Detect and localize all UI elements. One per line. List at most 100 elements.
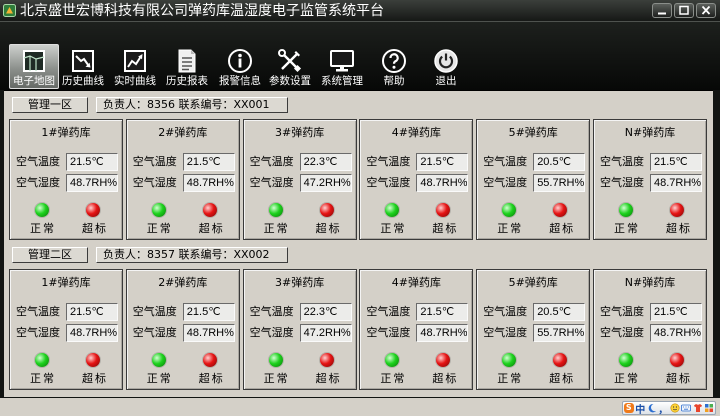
toolbar-button-alarm-info[interactable]: 报警信息 xyxy=(215,44,265,89)
depot-title: 2#弹药库 xyxy=(158,126,208,139)
over-limit-status-label: 超标 xyxy=(432,372,459,385)
air-temperature-value: 21.5℃ xyxy=(649,303,702,321)
settings-tools-icon xyxy=(278,49,302,73)
air-humidity-label: 空气湿度 xyxy=(249,176,294,189)
air-humidity-value: 47.2RH% xyxy=(299,324,352,342)
history-curve-icon xyxy=(72,50,94,72)
air-humidity-label: 空气湿度 xyxy=(16,176,60,189)
main-toolbar: 电子地图 历史曲线 实时曲线 历史报表 报警信息 参数设置 系统管理 帮助 退出 xyxy=(0,22,720,90)
toolbar-label: 实时曲线 xyxy=(114,75,156,87)
over-limit-status-label: 超标 xyxy=(82,372,108,385)
toolbar-button-help[interactable]: 帮助 xyxy=(369,44,419,89)
depot-card[interactable]: 3#弹药库 空气温度 22.3℃ 空气湿度 47.2RH% 正常 超标 xyxy=(242,119,357,240)
depot-card[interactable]: N#弹药库 空气温度 21.5℃ 空气湿度 48.7RH% 正常 超标 xyxy=(592,119,707,240)
depot-title: 5#弹药库 xyxy=(508,126,558,139)
power-exit-icon xyxy=(434,49,458,73)
depot-title: N#弹药库 xyxy=(624,276,676,289)
ime-language-mode[interactable]: 中 xyxy=(635,402,647,416)
air-temperature-label: 空气温度 xyxy=(249,155,294,168)
air-temperature-value: 20.5℃ xyxy=(533,153,586,171)
over-limit-indicator-light xyxy=(669,353,684,367)
air-temperature-label: 空气温度 xyxy=(132,155,177,168)
history-report-icon xyxy=(178,49,196,73)
half-width-moon-icon xyxy=(648,403,656,413)
maximize-button[interactable] xyxy=(674,3,694,18)
toolbar-button-parameter-settings[interactable]: 参数设置 xyxy=(265,44,315,89)
depot-card[interactable]: 5#弹药库 空气温度 20.5℃ 空气湿度 55.7RH% 正常 超标 xyxy=(476,269,591,390)
depot-card[interactable]: 1#弹药库 空气温度 21.5℃ 空气湿度 48.7RH% 正常 超标 xyxy=(9,269,123,390)
normal-indicator-light xyxy=(502,353,517,367)
depot-card[interactable]: 3#弹药库 空气温度 22.3℃ 空气湿度 47.2RH% 正常 超标 xyxy=(242,269,357,390)
ime-punctuation-toggle[interactable]: ， xyxy=(658,402,670,416)
air-temperature-value: 21.5℃ xyxy=(649,153,702,171)
air-humidity-label: 空气湿度 xyxy=(16,326,60,339)
normal-indicator-light xyxy=(618,203,633,217)
air-temperature-label: 空气温度 xyxy=(249,305,294,318)
ime-width-toggle[interactable] xyxy=(646,402,658,414)
over-limit-indicator-light xyxy=(436,353,451,367)
toolbar-button-realtime-curve[interactable]: 实时曲线 xyxy=(110,44,160,89)
normal-status-label: 正常 xyxy=(263,222,290,235)
toolbar-button-exit[interactable]: 退出 xyxy=(421,44,471,89)
minimize-button[interactable] xyxy=(652,3,672,18)
ime-keyboard-button[interactable] xyxy=(681,402,693,414)
normal-indicator-light xyxy=(151,203,166,217)
air-humidity-value: 48.7RH% xyxy=(66,174,118,192)
depot-card[interactable]: 1#弹药库 空气温度 21.5℃ 空气湿度 48.7RH% 正常 超标 xyxy=(9,119,123,240)
normal-status-label: 正常 xyxy=(380,372,407,385)
normal-status-label: 正常 xyxy=(30,372,56,385)
over-limit-status-label: 超标 xyxy=(82,222,108,235)
close-button[interactable] xyxy=(696,3,716,18)
depot-card[interactable]: 4#弹药库 空气温度 21.5℃ 空气湿度 48.7RH% 正常 超标 xyxy=(359,269,474,390)
window-title: 北京盛世宏博科技有限公司弹药库温湿度电子监管系统平台 xyxy=(20,3,384,19)
app-logo-icon xyxy=(3,4,16,17)
air-temperature-value: 21.5℃ xyxy=(416,153,469,171)
over-limit-indicator-light xyxy=(86,353,100,367)
system-monitor-icon xyxy=(330,50,354,72)
toolbar-button-history-report[interactable]: 历史报表 xyxy=(162,44,212,89)
toolbar-button-history-curve[interactable]: 历史曲线 xyxy=(58,44,108,89)
ime-logo-letter: S xyxy=(623,403,634,413)
ime-toolbox-button[interactable] xyxy=(704,402,716,414)
toolbar-label: 历史曲线 xyxy=(62,75,104,87)
air-temperature-label: 空气温度 xyxy=(366,155,411,168)
toolbar-label: 退出 xyxy=(435,75,457,87)
ime-emoji-button[interactable] xyxy=(669,402,681,414)
normal-status-label: 正常 xyxy=(146,372,173,385)
ime-logo[interactable]: S xyxy=(623,402,635,414)
title-bar[interactable]: 北京盛世宏博科技有限公司弹药库温湿度电子监管系统平台 xyxy=(0,0,720,22)
depot-card[interactable]: 4#弹药库 空气温度 21.5℃ 空气湿度 48.7RH% 正常 超标 xyxy=(359,119,474,240)
over-limit-indicator-light xyxy=(202,353,217,367)
over-limit-status-label: 超标 xyxy=(549,372,576,385)
depot-card[interactable]: 2#弹药库 空气温度 21.5℃ 空气湿度 48.7RH% 正常 超标 xyxy=(125,119,240,240)
air-humidity-label: 空气湿度 xyxy=(599,326,644,339)
normal-status-label: 正常 xyxy=(146,222,173,235)
air-temperature-label: 空气温度 xyxy=(16,155,60,168)
depot-title: N#弹药库 xyxy=(624,126,676,139)
over-limit-indicator-light xyxy=(436,203,451,217)
over-limit-indicator-light xyxy=(553,353,568,367)
depot-title: 4#弹药库 xyxy=(391,126,441,139)
depot-card[interactable]: 2#弹药库 空气温度 21.5℃ 空气湿度 48.7RH% 正常 超标 xyxy=(125,269,240,390)
toolbar-label: 系统管理 xyxy=(321,75,363,87)
air-humidity-label: 空气湿度 xyxy=(132,326,177,339)
normal-status-label: 正常 xyxy=(613,222,640,235)
depot-card[interactable]: N#弹药库 空气温度 21.5℃ 空气湿度 48.7RH% 正常 超标 xyxy=(592,269,707,390)
toolbox-grid-icon xyxy=(705,404,714,412)
ime-toolbar[interactable]: S 中 ， xyxy=(622,401,716,416)
depot-card[interactable]: 5#弹药库 空气温度 20.5℃ 空气湿度 55.7RH% 正常 超标 xyxy=(476,119,591,240)
over-limit-status-label: 超标 xyxy=(549,222,576,235)
normal-indicator-light xyxy=(35,353,49,367)
normal-indicator-light xyxy=(35,203,49,217)
ime-skin-button[interactable] xyxy=(692,402,704,414)
air-temperature-value: 22.3℃ xyxy=(299,153,352,171)
normal-indicator-light xyxy=(385,353,400,367)
toolbar-button-electronic-map[interactable]: 电子地图 xyxy=(9,44,59,89)
maximize-icon xyxy=(679,5,689,15)
air-humidity-label: 空气湿度 xyxy=(366,326,411,339)
alarm-info-icon xyxy=(228,49,252,73)
toolbar-label: 电子地图 xyxy=(13,75,55,87)
normal-indicator-light xyxy=(268,353,283,367)
help-icon xyxy=(382,49,406,73)
toolbar-button-system-management[interactable]: 系统管理 xyxy=(317,44,367,89)
